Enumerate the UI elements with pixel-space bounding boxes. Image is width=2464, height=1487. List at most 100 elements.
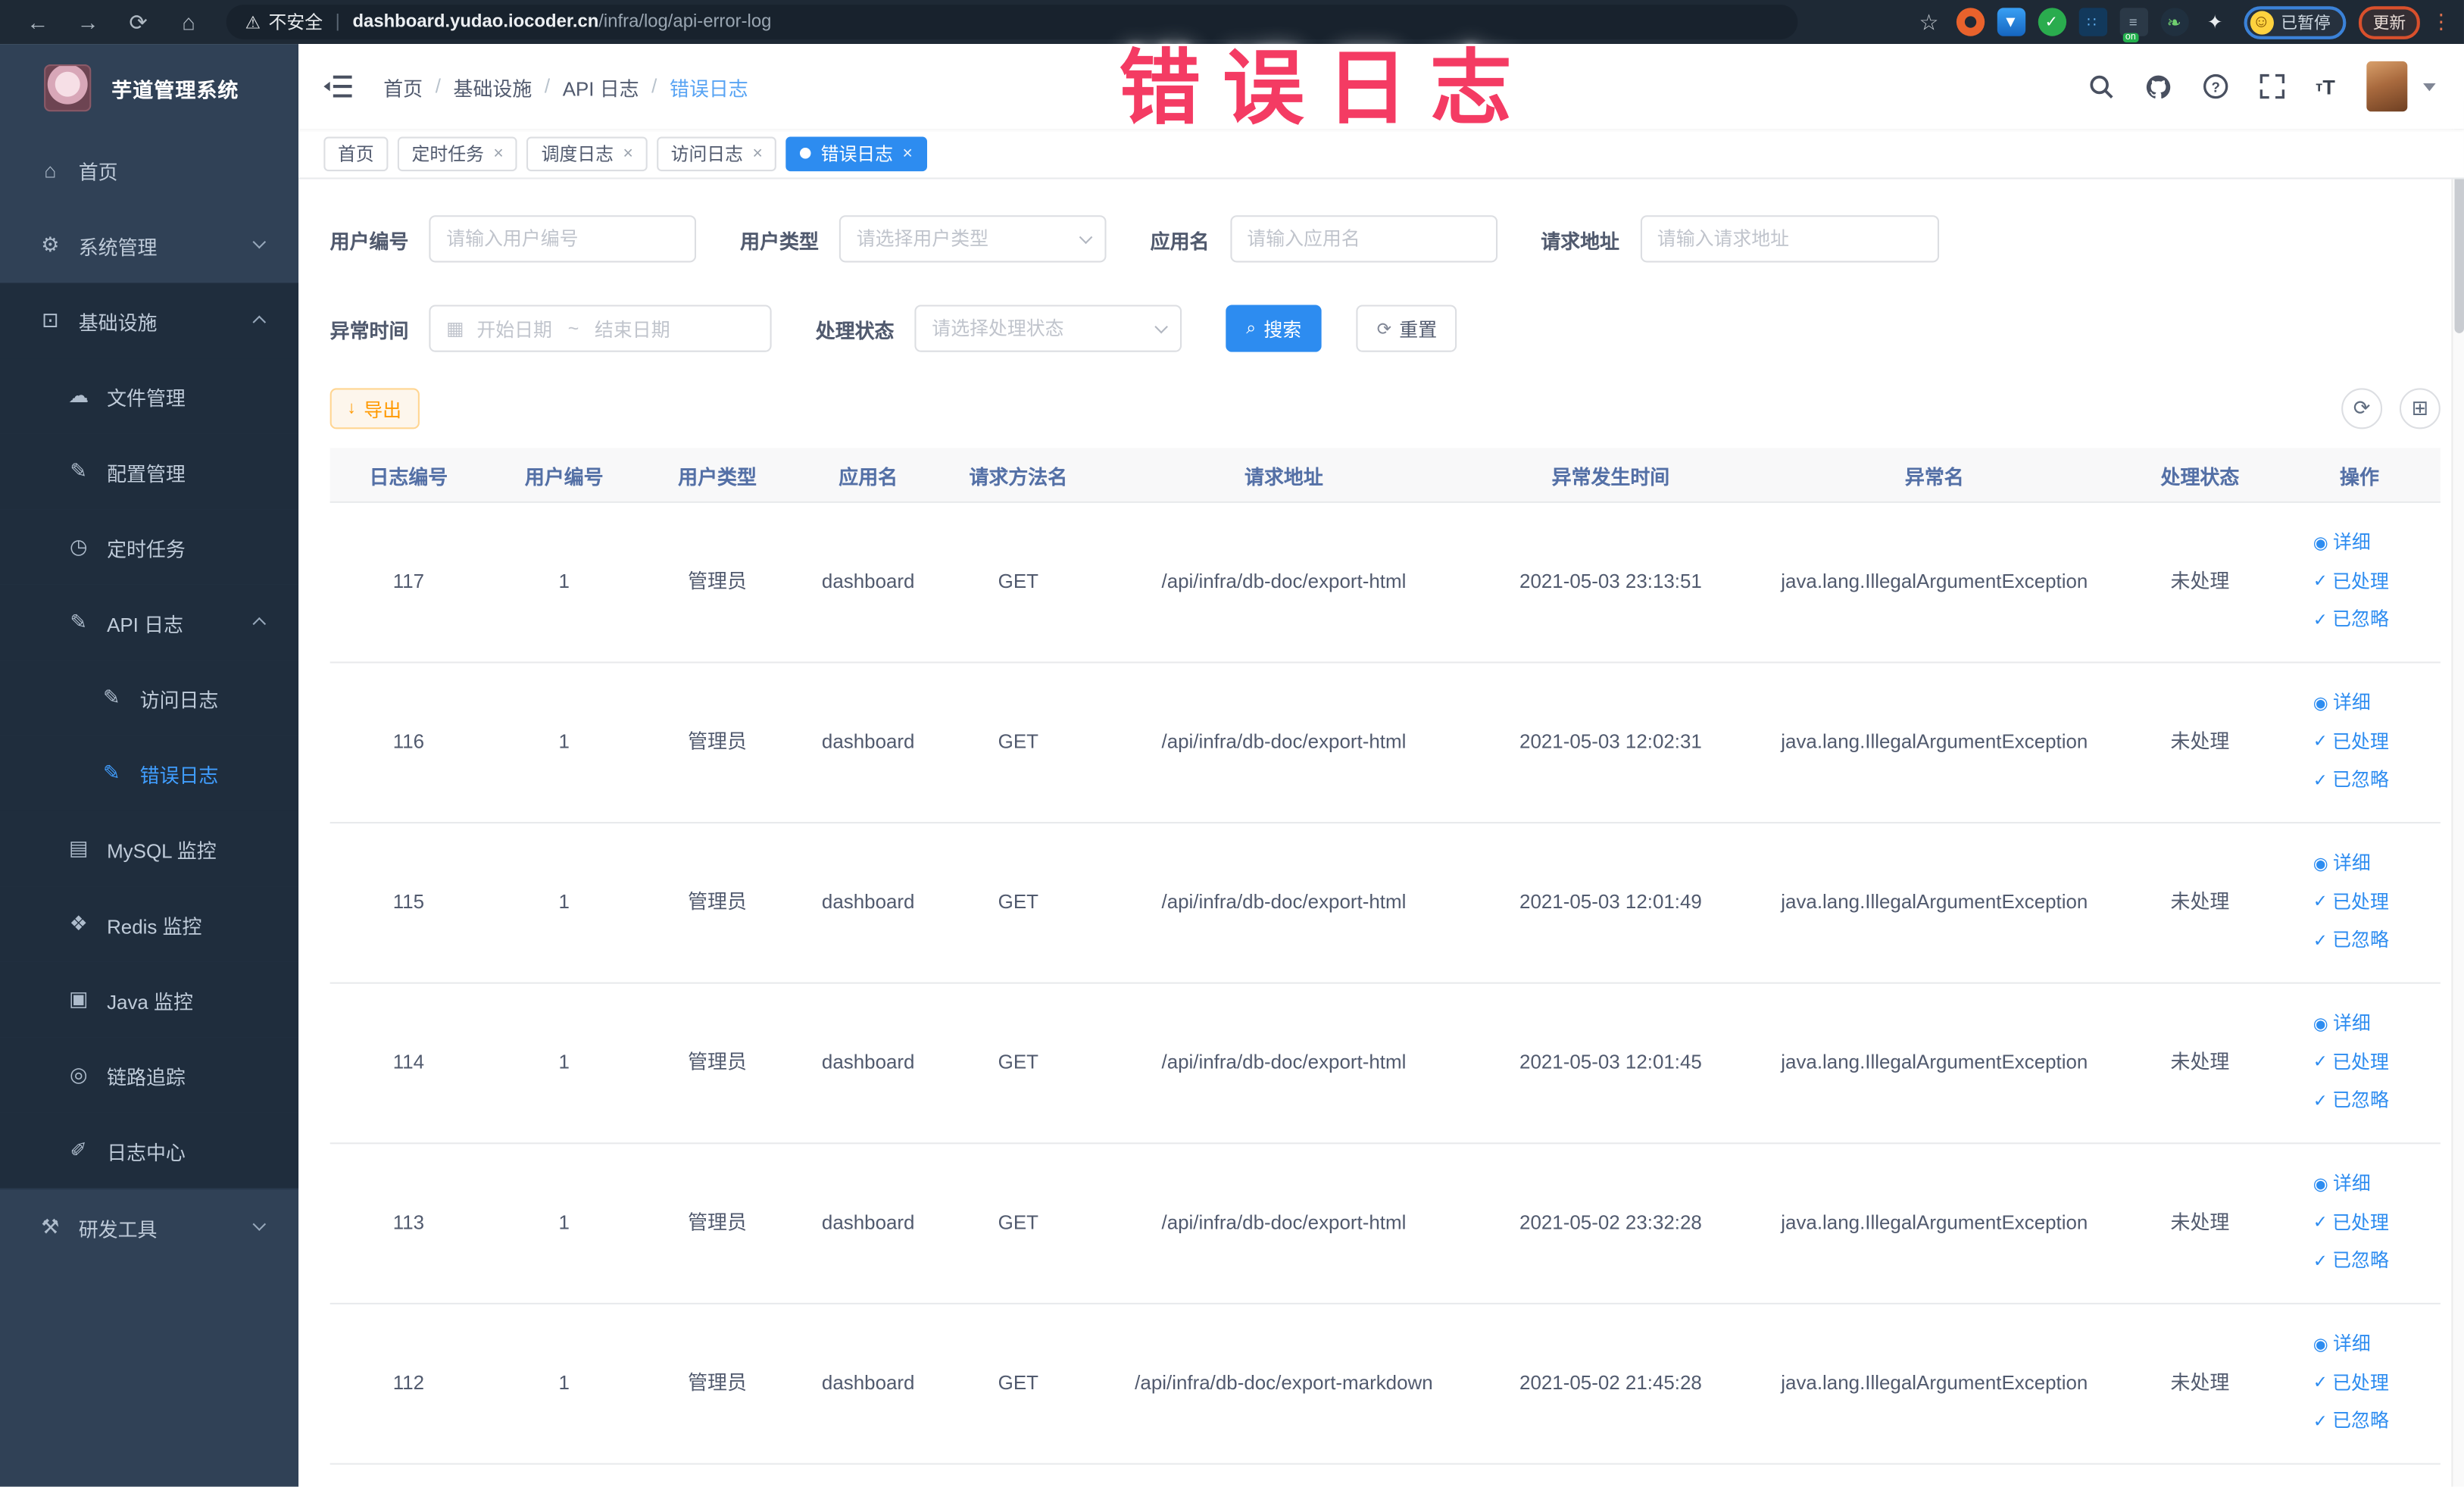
process-status-select-input[interactable] bbox=[914, 305, 1182, 352]
reset-button-label: 重置 bbox=[1399, 318, 1438, 341]
action-详细[interactable]: ◉ 详细 bbox=[2313, 852, 2371, 876]
refresh-table-button[interactable]: ⟳ bbox=[2341, 388, 2383, 430]
extension-shield-icon[interactable]: ▼ bbox=[1996, 8, 2025, 36]
sidebar-item-2[interactable]: ⊡ 基础设施 bbox=[0, 283, 299, 359]
extension-leaf-icon[interactable]: ❧ bbox=[2160, 8, 2188, 36]
page-scrollbar[interactable] bbox=[2451, 44, 2464, 1487]
timer-icon: ◷ bbox=[69, 534, 88, 558]
sidebar-item-9[interactable]: ▤ MySQL 监控 bbox=[0, 811, 299, 887]
font-size-icon[interactable]: тT bbox=[2316, 75, 2335, 98]
breadcrumb-item[interactable]: 基础设施 bbox=[454, 71, 532, 101]
sidebar-item-0[interactable]: ⌂ 首页 bbox=[0, 132, 298, 208]
browser-update-button[interactable]: 更新 bbox=[2358, 5, 2420, 39]
sidebar-item-1[interactable]: ⚙ 系统管理 bbox=[0, 208, 298, 283]
close-icon[interactable]: × bbox=[493, 144, 503, 163]
action-已忽略[interactable]: ✓ 已忽略 bbox=[2313, 1250, 2389, 1274]
action-详细[interactable]: ◉ 详细 bbox=[2313, 1332, 2371, 1357]
extension-adblock-icon[interactable] bbox=[1955, 8, 1985, 36]
action-详细[interactable]: ◉ 详细 bbox=[2313, 1173, 2371, 1197]
browser-home-icon[interactable]: ⌂ bbox=[171, 5, 206, 39]
browser-menu-icon[interactable]: ⋮ bbox=[2431, 9, 2451, 34]
tab-定时任务[interactable]: 定时任务 × bbox=[397, 136, 518, 171]
tab-首页[interactable]: 首页 bbox=[323, 136, 389, 171]
reset-button[interactable]: ⟳ 重置 bbox=[1356, 305, 1458, 352]
extension-grid-icon[interactable]: ∷ bbox=[2078, 8, 2107, 36]
browser-reload-icon[interactable]: ⟳ bbox=[121, 5, 156, 39]
sidebar-item-6[interactable]: ✎ API 日志 bbox=[0, 584, 299, 661]
action-详细[interactable]: ◉ 详细 bbox=[2313, 531, 2371, 555]
sidebar-item-label: 错误日志 bbox=[139, 764, 219, 787]
request-url-input[interactable] bbox=[1639, 215, 1939, 263]
close-icon[interactable]: × bbox=[752, 144, 762, 163]
action-已忽略[interactable]: ✓ 已忽略 bbox=[2313, 769, 2389, 793]
action-已处理[interactable]: ✓ 已处理 bbox=[2313, 1372, 2389, 1396]
cell-method: GET bbox=[998, 1372, 1038, 1395]
close-icon[interactable]: × bbox=[623, 144, 632, 163]
action-已忽略[interactable]: ✓ 已忽略 bbox=[2313, 1089, 2389, 1114]
user-menu-caret-icon[interactable] bbox=[2423, 82, 2436, 91]
sidebar-item-11[interactable]: ▣ Java 监控 bbox=[0, 961, 299, 1038]
cell-method: GET bbox=[998, 1212, 1038, 1235]
action-已处理[interactable]: ✓ 已处理 bbox=[2313, 1051, 2389, 1075]
action-已处理[interactable]: ✓ 已处理 bbox=[2313, 730, 2389, 754]
cell-id: 114 bbox=[392, 1051, 425, 1074]
action-已忽略[interactable]: ✓ 已忽略 bbox=[2313, 1410, 2389, 1435]
browser-toolbar-right: ☆ ▼ ✓ ∷ ≡ on ❧ ✦ ☺ 已暂停 更新 ⋮ bbox=[1909, 5, 2451, 43]
extensions-puzzle-icon[interactable]: ✦ bbox=[2200, 8, 2228, 36]
menu-fold-icon[interactable] bbox=[323, 70, 354, 102]
app-name-input[interactable] bbox=[1229, 215, 1497, 263]
date-range-input[interactable]: ▦ 开始日期 ~ 结束日期 bbox=[429, 305, 772, 352]
extension-check-icon[interactable]: ✓ bbox=[2037, 8, 2066, 36]
row-actions: ◉ 详细 ✓ 已处理 ✓ 已忽略 bbox=[2278, 692, 2441, 793]
sidebar-item-12[interactable]: ◎ 链路追踪 bbox=[0, 1037, 299, 1113]
sidebar-item-4[interactable]: ✎ 配置管理 bbox=[0, 433, 299, 510]
cell-user_id: 1 bbox=[558, 731, 570, 754]
browser-forward-icon[interactable]: → bbox=[70, 5, 105, 39]
action-已处理[interactable]: ✓ 已处理 bbox=[2313, 1211, 2389, 1236]
search-icon[interactable] bbox=[2088, 74, 2113, 99]
profile-paused-chip[interactable]: ☺ 已暂停 bbox=[2243, 5, 2347, 39]
action-已忽略[interactable]: ✓ 已忽略 bbox=[2313, 608, 2389, 633]
breadcrumb-item[interactable]: API 日志 bbox=[563, 71, 639, 101]
logo-row[interactable]: 芋道管理系统 bbox=[0, 44, 298, 132]
sidebar-item-7[interactable]: ✎ 访问日志 bbox=[0, 660, 299, 736]
browser-back-icon[interactable]: ← bbox=[20, 5, 55, 39]
table-settings-button[interactable]: ⊞ bbox=[2399, 388, 2441, 430]
action-已忽略[interactable]: ✓ 已忽略 bbox=[2313, 929, 2389, 954]
sidebar-item-14[interactable]: ⚒ 研发工具 bbox=[0, 1189, 298, 1265]
close-icon[interactable]: × bbox=[902, 144, 912, 163]
help-icon[interactable]: ? bbox=[2203, 73, 2228, 99]
github-icon[interactable] bbox=[2144, 73, 2171, 99]
extension-list-icon[interactable]: ≡ on bbox=[2119, 8, 2147, 43]
address-bar[interactable]: ⚠ 不安全 | dashboard.yudao.iocoder.cn/infra… bbox=[226, 5, 1798, 39]
cell-id: 117 bbox=[392, 570, 425, 593]
search-button[interactable]: ⌕ 搜索 bbox=[1226, 305, 1323, 352]
svg-text:?: ? bbox=[2211, 79, 2219, 95]
sidebar-item-5[interactable]: ◷ 定时任务 bbox=[0, 509, 299, 585]
process-status-select[interactable] bbox=[914, 305, 1182, 352]
fullscreen-icon[interactable] bbox=[2259, 73, 2284, 99]
bookmark-star-icon[interactable]: ☆ bbox=[1915, 8, 1943, 36]
sidebar-item-3[interactable]: ☁ 文件管理 bbox=[0, 358, 299, 434]
url-divider: | bbox=[335, 12, 340, 32]
action-已处理[interactable]: ✓ 已处理 bbox=[2313, 891, 2389, 915]
sidebar-item-10[interactable]: ❖ Redis 监控 bbox=[0, 886, 299, 962]
tab-调度日志[interactable]: 调度日志 × bbox=[526, 136, 648, 171]
action-详细[interactable]: ◉ 详细 bbox=[2313, 1012, 2371, 1036]
sidebar-item-8[interactable]: ✎ 错误日志 bbox=[0, 735, 299, 811]
user-id-input[interactable] bbox=[429, 215, 697, 263]
cell-app_name: dashboard bbox=[821, 1051, 915, 1074]
action-已处理[interactable]: ✓ 已处理 bbox=[2313, 570, 2389, 594]
tab-访问日志[interactable]: 访问日志 × bbox=[656, 136, 777, 171]
action-label: 详细 bbox=[2332, 531, 2371, 554]
sidebar-item-13[interactable]: ✐ 日志中心 bbox=[0, 1112, 299, 1189]
breadcrumb-item[interactable]: 首页 bbox=[383, 71, 423, 101]
user-type-select[interactable] bbox=[839, 215, 1107, 263]
user-avatar[interactable] bbox=[2366, 61, 2408, 112]
breadcrumb-item[interactable]: 错误日志 bbox=[670, 71, 748, 101]
action-详细[interactable]: ◉ 详细 bbox=[2313, 692, 2371, 716]
export-button[interactable]: ↓ 导出 bbox=[329, 388, 419, 430]
user-type-select-input[interactable] bbox=[839, 215, 1107, 263]
tab-错误日志[interactable]: 错误日志 × bbox=[785, 136, 927, 171]
cell-status: 未处理 bbox=[2170, 892, 2230, 914]
